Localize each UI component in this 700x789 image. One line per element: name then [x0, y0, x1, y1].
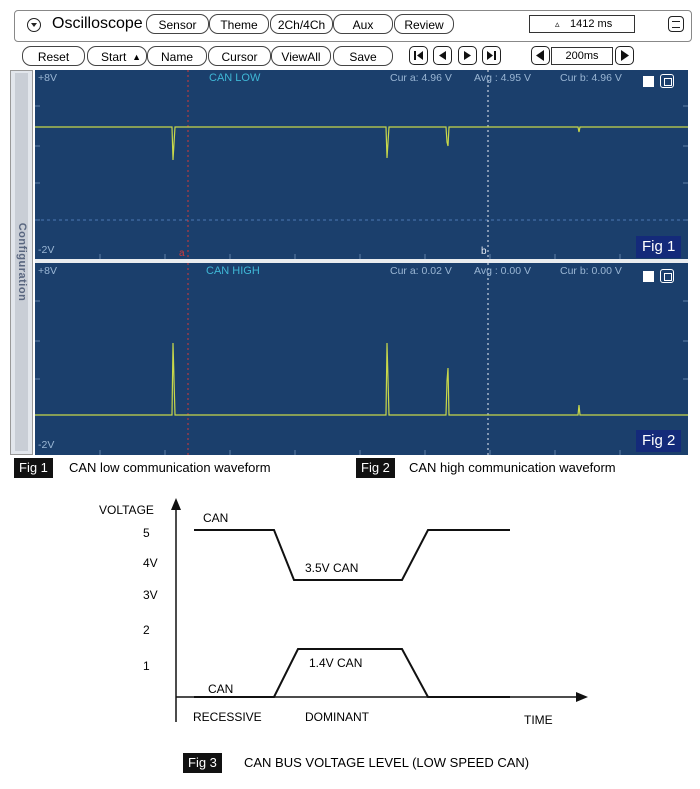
time-axis-label: TIME — [524, 713, 553, 727]
tab-review[interactable]: Review — [394, 14, 454, 34]
triangle-left-icon — [536, 50, 544, 61]
skip-start-icon — [414, 51, 423, 60]
x-axis-arrow — [576, 692, 588, 702]
channel-checkbox[interactable] — [643, 271, 654, 282]
timebase-decrease-button[interactable] — [531, 46, 550, 65]
fig2-caption-tag: Fig 2 — [356, 458, 395, 478]
delta-icon: ▵ — [555, 19, 560, 29]
fig1-caption-tag: Fig 1 — [14, 458, 53, 478]
list-icon — [672, 21, 680, 28]
recessive-label: RECESSIVE — [193, 710, 262, 724]
grid-ticks — [35, 105, 688, 259]
settings-button[interactable] — [668, 16, 684, 32]
timebase-increase-button[interactable] — [615, 46, 634, 65]
cursor-button[interactable]: Cursor — [208, 46, 271, 66]
vmax-label: +8V — [38, 72, 57, 84]
cursor-a-readout: Cur a: 4.96 V — [390, 72, 452, 84]
cursor-a-marker: a — [179, 248, 185, 259]
square-icon — [664, 273, 672, 281]
reset-button[interactable]: Reset — [22, 46, 85, 66]
triangle-right-icon — [621, 50, 629, 61]
start-button[interactable]: Start ▲ — [87, 46, 147, 66]
channel-title: CAN LOW — [209, 72, 261, 84]
step-forward-button[interactable] — [458, 46, 477, 65]
vmin-label: -2V — [38, 439, 55, 451]
fig-label: Fig 2 — [636, 430, 682, 452]
chevron-down-icon — [31, 23, 37, 27]
vmin-label: -2V — [38, 244, 55, 256]
up-down-icon: ▲ — [132, 52, 141, 62]
start-button-label: Start — [101, 50, 127, 64]
tick-5: 5 — [143, 526, 150, 540]
fig3-caption: CAN BUS VOLTAGE LEVEL (LOW SPEED CAN) — [244, 755, 530, 770]
cursor-a-readout: Cur a: 0.02 V — [390, 265, 452, 277]
configuration-label: Configuration — [16, 222, 28, 302]
step-forward-icon — [464, 51, 471, 60]
fig3-caption-tag: Fig 3 — [183, 753, 222, 773]
time-readout-value: 1412 ms — [570, 18, 613, 30]
tab-sensor[interactable]: Sensor — [146, 14, 209, 34]
save-button[interactable]: Save — [333, 46, 393, 66]
vmax-label: +8V — [38, 265, 57, 277]
tab-2ch4ch[interactable]: 2Ch/4Ch — [270, 14, 333, 34]
scope-panel-can-low[interactable]: +8V -2V CAN LOW Cur a: 4.96 V Avg : 4.95… — [35, 70, 688, 259]
y-axis-arrow — [171, 498, 181, 510]
can-bus-voltage-diagram — [171, 498, 588, 722]
cursor-b-marker: b — [481, 246, 487, 257]
time-readout: ▵ 1412 ms — [529, 15, 635, 33]
channel-title: CAN HIGH — [206, 265, 260, 277]
can-high-plot — [35, 263, 688, 455]
skip-start-button[interactable] — [409, 46, 428, 65]
channel-expand-button[interactable] — [660, 74, 674, 88]
tab-aux[interactable]: Aux — [333, 14, 393, 34]
can-high-trace — [35, 342, 688, 416]
voltage-axis-label: VOLTAGE — [99, 503, 154, 517]
cursor-b-readout: Cur b: 0.00 V — [560, 265, 622, 277]
app-title: Oscilloscope — [52, 15, 143, 32]
average-readout: Avg : 4.95 V — [474, 72, 532, 84]
can-low-trace — [35, 126, 688, 161]
tick-2: 2 — [143, 623, 150, 637]
skip-end-icon — [487, 51, 496, 60]
fig-label: Fig 1 — [636, 236, 682, 258]
can-low-level-label: 1.4V CAN — [309, 656, 363, 670]
step-back-icon — [439, 51, 446, 60]
cursor-b-readout: Cur b: 4.96 V — [560, 72, 622, 84]
scope-panel-can-high[interactable]: +8V -2V CAN HIGH Cur a: 0.02 V Avg : 0.0… — [35, 263, 688, 455]
channel-checkbox[interactable] — [643, 76, 654, 87]
skip-end-button[interactable] — [482, 46, 501, 65]
average-readout: Avg : 0.00 V — [474, 265, 532, 277]
channel-expand-button[interactable] — [660, 269, 674, 283]
menu-button[interactable] — [27, 18, 41, 32]
tick-4v: 4V — [143, 556, 158, 570]
can-bottom-label: CAN — [208, 682, 234, 696]
tab-theme[interactable]: Theme — [209, 14, 269, 34]
fig1-caption: CAN low communication waveform — [69, 460, 271, 475]
configuration-sidebar[interactable]: Configuration — [10, 70, 33, 455]
grid-ticks — [35, 300, 688, 455]
fig2-caption: CAN high communication waveform — [409, 460, 616, 475]
tick-1: 1 — [143, 659, 150, 673]
square-icon — [664, 78, 672, 86]
can-top-label: CAN — [203, 511, 229, 525]
viewall-button[interactable]: ViewAll — [271, 46, 331, 66]
can-low-plot — [35, 70, 688, 259]
tick-3v: 3V — [143, 588, 158, 602]
dominant-label: DOMINANT — [305, 710, 369, 724]
name-button[interactable]: Name — [147, 46, 207, 66]
timebase-display: 200ms — [551, 47, 613, 65]
step-back-button[interactable] — [433, 46, 452, 65]
can-high-level-label: 3.5V CAN — [305, 561, 359, 575]
